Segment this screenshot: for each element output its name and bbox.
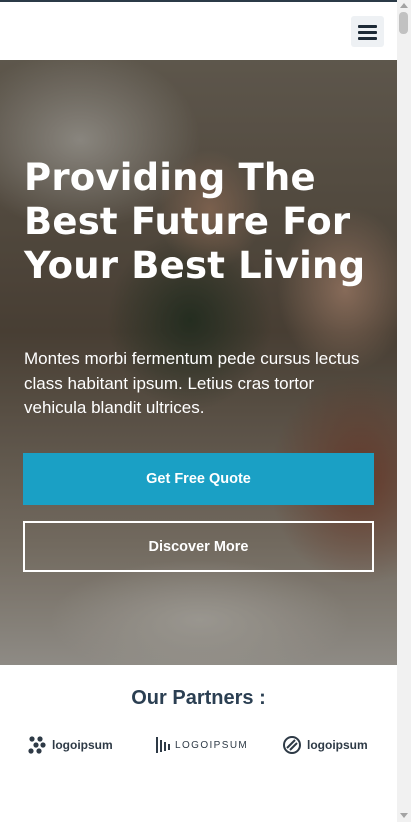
hero-section: Providing The Best Future For Your Best … <box>0 60 397 665</box>
discover-more-button[interactable]: Discover More <box>23 521 374 572</box>
hamburger-bar <box>358 31 377 34</box>
partner-logo-2: LOGOIPSUM <box>155 733 248 757</box>
partners-title: Our Partners : <box>131 687 266 709</box>
partner-logo-text: logoipsum <box>52 738 113 752</box>
page-scrollbar[interactable] <box>397 0 411 822</box>
get-free-quote-button[interactable]: Get Free Quote <box>23 453 374 505</box>
scroll-up-arrow-icon[interactable] <box>400 3 408 8</box>
partner-logo-text: logoipsum <box>307 738 368 752</box>
hamburger-menu-icon <box>358 25 377 28</box>
scroll-down-arrow-icon[interactable] <box>400 813 408 818</box>
logoipsum-bars-icon <box>156 737 170 753</box>
hamburger-menu-button[interactable] <box>351 16 384 47</box>
hamburger-bar <box>358 37 377 40</box>
partner-logo-1: logoipsum <box>27 733 113 757</box>
logoipsum-circle-icon <box>283 736 301 754</box>
scrollbar-thumb[interactable] <box>399 12 408 34</box>
logoipsum-dots-icon <box>28 736 46 754</box>
site-header <box>0 2 397 60</box>
hero-title: Providing The Best Future For Your Best … <box>24 156 366 287</box>
partner-logo-text: LOGOIPSUM <box>175 739 249 751</box>
partner-logo-3: logoipsum <box>282 733 368 757</box>
hero-description: Montes morbi fermentum pede cursus lectu… <box>24 349 360 417</box>
